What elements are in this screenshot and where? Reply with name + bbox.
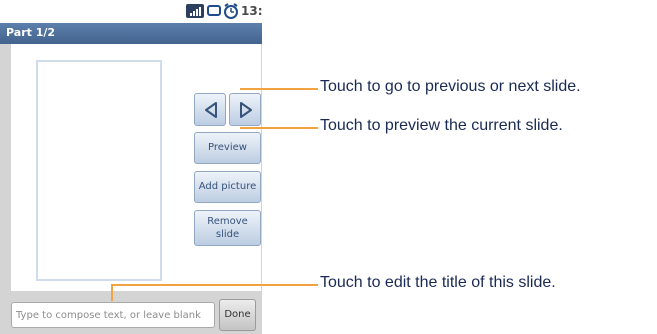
leader-line-nav: [240, 88, 318, 90]
status-time: 13:24: [241, 4, 262, 18]
signal-bars-icon: [186, 4, 204, 18]
done-button[interactable]: Done: [219, 299, 256, 331]
compose-text-field[interactable]: [11, 302, 215, 328]
page-title: Part 1/2: [6, 26, 56, 39]
leader-line-preview: [240, 127, 318, 129]
remove-slide-label-line2: slide: [215, 229, 240, 240]
next-slide-button[interactable]: [229, 93, 261, 126]
remove-slide-label-line1: Remove: [207, 216, 248, 227]
remove-slide-button[interactable]: Remove slide: [194, 210, 261, 246]
triangle-left-icon: [205, 102, 217, 118]
slide-preview-frame[interactable]: [36, 60, 162, 281]
leader-line-title-horizontal: [111, 284, 318, 286]
slide-editor-area: Preview Add picture Remove slide: [11, 44, 261, 291]
preview-button[interactable]: Preview: [194, 132, 261, 164]
callout-preview: Touch to preview the current slide.: [320, 117, 563, 134]
title-bar: Part 1/2: [0, 23, 262, 44]
battery-icon: [207, 5, 221, 16]
callout-nav: Touch to go to previous or next slide.: [320, 78, 581, 95]
leader-line-title-vertical: [111, 284, 113, 301]
status-bar: 13:24: [0, 0, 262, 23]
triangle-right-icon: [240, 102, 252, 118]
callout-title: Touch to edit the title of this slide.: [320, 274, 556, 291]
alarm-clock-icon: [223, 2, 239, 20]
compose-text-input[interactable]: [12, 303, 214, 327]
previous-slide-button[interactable]: [194, 93, 226, 126]
add-picture-button[interactable]: Add picture: [194, 171, 261, 203]
